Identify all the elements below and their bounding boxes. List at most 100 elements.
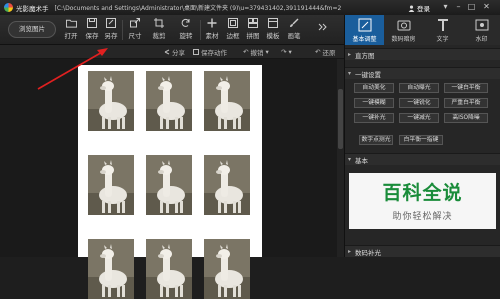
basic-section[interactable]: ▾ 基本 — [345, 153, 500, 165]
crop-button[interactable]: 裁剪 — [151, 18, 167, 44]
tab-basic-adjust[interactable]: 基本调整 — [345, 15, 384, 45]
basic-label: 基本 — [355, 156, 368, 165]
caret-right-icon: ▸ — [348, 51, 352, 58]
alpaca-photo — [204, 239, 250, 299]
watermark-overlay: 百科全说 助你轻松解决 — [349, 173, 496, 229]
folder-icon — [65, 19, 77, 28]
template-label: 模板 — [266, 32, 280, 40]
dropdown-icon: ▾ — [265, 48, 269, 56]
minimize-icon[interactable]: – — [453, 2, 464, 12]
undo-button[interactable]: ↶ 撤销 ▾ — [243, 47, 269, 57]
redo-button[interactable]: ↷ ▾ — [281, 47, 292, 57]
rotate-icon — [181, 18, 190, 27]
alpaca-photo — [146, 239, 192, 299]
brush-label: 画笔 — [287, 32, 301, 40]
photo-sheet — [78, 65, 262, 299]
rotate-button[interactable]: 旋转 — [178, 18, 194, 44]
material-icon — [207, 18, 217, 28]
caret-down-icon: ▾ — [348, 156, 352, 163]
alpaca-photo — [146, 71, 192, 131]
tab-label: 文字 — [436, 36, 449, 43]
file-path: [C:\Documents and Settings\Administrator… — [54, 5, 342, 12]
rotate-label: 旋转 — [179, 32, 193, 40]
undo-label: 撤销 — [250, 49, 264, 57]
alpaca-photo — [88, 155, 134, 215]
material-button[interactable]: 素材 — [205, 18, 219, 44]
watermark-title: 百科全说 — [382, 182, 463, 204]
alpaca-photo — [146, 155, 192, 215]
one-click-reduce-light-button[interactable]: 一键减光 — [399, 113, 439, 123]
share-label: 分享 — [172, 49, 185, 57]
undo-icon: ↶ — [243, 48, 249, 56]
redo-icon: ↷ — [281, 48, 287, 56]
save-action-button[interactable]: 保存动作 — [193, 47, 227, 57]
border-button[interactable]: 边框 — [226, 18, 240, 44]
histogram-section[interactable]: ▸ 直方图 — [345, 48, 500, 60]
close-icon[interactable]: ✕ — [481, 2, 492, 12]
share-button[interactable]: 分享 — [164, 47, 185, 57]
share-icon — [164, 49, 170, 55]
one-click-white-balance-button[interactable]: 一键白平衡 — [444, 83, 488, 93]
crop-label: 裁剪 — [152, 32, 166, 40]
tab-watermark[interactable]: 水印 — [462, 15, 500, 45]
digital-fill-label: 数码补光 — [355, 248, 381, 257]
browse-images-button[interactable]: 浏览图片 — [8, 21, 56, 38]
tab-label: 数码暗房 — [391, 36, 416, 43]
spot-metering-button[interactable]: 数字点测光 — [359, 135, 393, 145]
app-title: 光影魔术手 — [16, 4, 49, 13]
toolbar-divider — [200, 20, 201, 40]
save-action-label: 保存动作 — [201, 49, 227, 57]
one-click-fill-light-button[interactable]: 一键补光 — [354, 113, 394, 123]
maximize-icon[interactable]: □ — [466, 2, 477, 12]
resize-button[interactable]: 尺寸 — [127, 18, 143, 44]
auto-beautify-button[interactable]: 自动美化 — [354, 83, 394, 93]
save-as-icon — [106, 18, 116, 28]
title-bar: 光影魔术手 [C:\Documents and Settings\Adminis… — [0, 0, 500, 15]
watermark-icon — [475, 19, 488, 31]
save-as-button[interactable]: 另存 — [104, 18, 118, 44]
material-label: 素材 — [205, 32, 219, 40]
menu-icon[interactable]: ▾ — [440, 2, 451, 12]
border-icon — [228, 18, 238, 28]
one-click-label: 一键设置 — [355, 70, 381, 79]
collage-button[interactable]: 拼图 — [246, 18, 260, 44]
resize-label: 尺寸 — [128, 32, 142, 40]
collage-label: 拼图 — [246, 32, 260, 40]
strict-white-balance-button[interactable]: 严重白平衡 — [444, 98, 488, 108]
save-as-label: 另存 — [104, 32, 118, 40]
auto-exposure-button[interactable]: 自动曝光 — [399, 83, 439, 93]
one-click-section[interactable]: ▾ 一键设置 — [345, 67, 500, 79]
alpaca-photo — [88, 239, 134, 299]
digital-fill-section[interactable]: ▸ 数码补光 — [345, 245, 500, 257]
caret-right-icon: ▸ — [348, 248, 352, 255]
watermark-subtitle: 助你轻松解决 — [392, 212, 453, 222]
white-balance-picker-button[interactable]: 白平衡一指键 — [399, 135, 443, 145]
brush-button[interactable]: 画笔 — [287, 18, 301, 44]
brush-icon — [290, 18, 299, 27]
one-click-sharpen-button[interactable]: 一键锐化 — [399, 98, 439, 108]
save-icon — [87, 18, 97, 28]
restore-button[interactable]: ↶ 还原 — [315, 47, 335, 57]
caret-down-icon: ▾ — [348, 70, 352, 77]
toolbar-divider — [122, 20, 123, 40]
darkroom-icon — [397, 20, 410, 31]
tab-digital-darkroom[interactable]: 数码暗房 — [384, 15, 423, 45]
high-iso-denoise-button[interactable]: 高ISO降噪 — [444, 113, 488, 123]
tab-text[interactable]: 文字 — [423, 15, 462, 45]
template-button[interactable]: 模板 — [266, 18, 280, 44]
open-label: 打开 — [64, 32, 78, 40]
record-icon — [193, 49, 199, 55]
restore-icon: ↶ — [315, 48, 321, 56]
alpaca-photo — [204, 71, 250, 131]
crop-icon — [154, 18, 164, 28]
tab-label: 水印 — [475, 36, 488, 43]
scrollbar-thumb[interactable] — [338, 89, 343, 149]
canvas-area[interactable] — [0, 59, 337, 299]
save-button[interactable]: 保存 — [85, 18, 99, 44]
open-button[interactable]: 打开 — [64, 18, 78, 44]
alpaca-photo — [88, 71, 134, 131]
one-click-blur-button[interactable]: 一键模糊 — [354, 98, 394, 108]
login-button[interactable]: 登录 — [404, 3, 434, 13]
panel-tabs: 基本调整 数码暗房 文字 水印 — [345, 15, 500, 45]
vertical-scrollbar[interactable] — [337, 59, 344, 257]
